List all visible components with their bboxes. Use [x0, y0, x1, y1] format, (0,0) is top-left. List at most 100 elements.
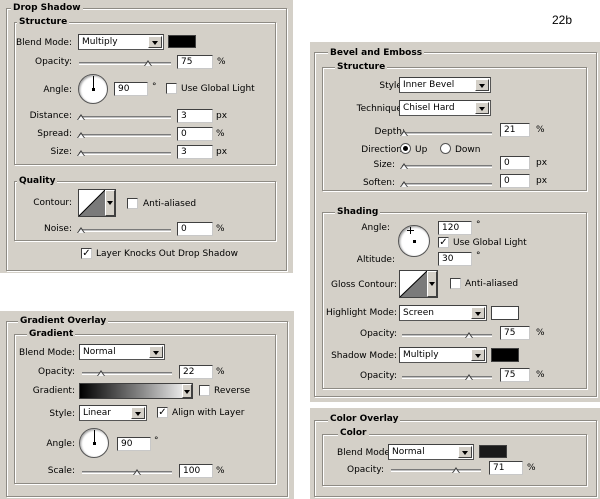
bevel-depth-slider[interactable]: [402, 132, 492, 135]
bevel-style-select[interactable]: Inner Bevel: [399, 77, 491, 93]
go-reverse-checkbox[interactable]: [199, 385, 210, 396]
bevel-global-light-checkbox[interactable]: ✓: [438, 237, 449, 248]
bevel-highlight-opacity-input[interactable]: 75: [500, 326, 530, 340]
go-reverse-label: Reverse: [214, 386, 251, 396]
bevel-structure-title: Structure: [335, 62, 388, 73]
co-opacity-slider[interactable]: [391, 469, 481, 472]
ds-distance-slider[interactable]: [79, 116, 171, 119]
go-scale-value: 100: [183, 466, 201, 476]
go-opacity-thumb[interactable]: [97, 370, 106, 377]
bevel-shadow-color-swatch[interactable]: [491, 348, 519, 362]
co-opacity-input[interactable]: 71: [489, 461, 523, 475]
bevel-direction-down-radio[interactable]: [440, 143, 451, 154]
bevel-soften-input[interactable]: 0: [500, 174, 530, 188]
ds-global-light-checkbox[interactable]: [166, 83, 177, 94]
bevel-highlight-mode-select[interactable]: Screen: [399, 305, 487, 321]
drop-shadow-panel: Drop Shadow Structure Blend Mode: Multip…: [0, 0, 293, 273]
bevel-highlight-opacity-value: 75: [504, 328, 516, 338]
co-opacity-unit: %: [527, 463, 536, 473]
bevel-highlight-opacity-thumb[interactable]: [465, 332, 474, 339]
go-scale-thumb[interactable]: [133, 469, 142, 476]
bevel-direction-down-label: Down: [455, 145, 481, 155]
bevel-direction-label: Direction:: [361, 145, 405, 155]
chevron-down-icon: [475, 102, 489, 114]
bevel-shadow-opacity-unit: %: [536, 370, 545, 380]
go-align-checkbox[interactable]: ✓: [157, 407, 168, 418]
ds-knockout-checkbox[interactable]: ✓: [81, 248, 92, 259]
ds-noise-input[interactable]: 0: [177, 222, 213, 236]
bevel-shadow-opacity-slider[interactable]: [402, 376, 492, 379]
ds-size-slider[interactable]: [79, 152, 171, 155]
bevel-altitude-value: 30: [442, 254, 454, 264]
go-style-select[interactable]: Linear: [79, 405, 147, 421]
ds-angle-unit: °: [152, 82, 157, 92]
bevel-technique-select[interactable]: Chisel Hard: [399, 100, 491, 116]
bevel-size-slider[interactable]: [402, 165, 492, 168]
co-opacity-thumb[interactable]: [452, 467, 461, 474]
go-gradient-picker[interactable]: [79, 383, 193, 399]
ds-angle-input[interactable]: 90: [114, 82, 148, 96]
ds-angle-label: Angle:: [43, 85, 72, 95]
ds-noise-thumb[interactable]: [77, 227, 86, 234]
ds-spread-slider[interactable]: [79, 134, 171, 137]
co-color-swatch[interactable]: [479, 445, 507, 458]
go-scale-slider[interactable]: [82, 471, 172, 474]
ds-blend-mode-label: Blend Mode:: [15, 38, 72, 48]
ds-angle-center: [92, 88, 95, 91]
ds-noise-slider[interactable]: [79, 229, 171, 232]
gradient-group-title: Gradient: [27, 329, 76, 340]
ds-blend-mode-select[interactable]: Multiply: [78, 34, 164, 50]
bevel-depth-thumb[interactable]: [400, 130, 409, 137]
ds-spread-input[interactable]: 0: [177, 127, 213, 141]
bevel-soften-thumb[interactable]: [400, 181, 409, 188]
ds-distance-input[interactable]: 3: [177, 109, 213, 123]
go-angle-dial[interactable]: [79, 428, 109, 458]
bevel-angle-input[interactable]: 120: [438, 221, 472, 235]
ds-distance-unit: px: [216, 111, 228, 121]
ds-contour-picker[interactable]: [78, 189, 116, 217]
bevel-soften-value: 0: [504, 176, 510, 186]
ds-noise-unit: %: [216, 224, 225, 234]
ds-angle-dial[interactable]: [78, 74, 108, 104]
bevel-altitude-input[interactable]: 30: [438, 252, 472, 266]
bevel-size-input[interactable]: 0: [500, 156, 530, 170]
gradient-overlay-panel: Gradient Overlay Gradient Blend Mode: No…: [0, 311, 294, 499]
bevel-shadow-mode-select[interactable]: Multiply: [399, 347, 487, 363]
bevel-depth-input[interactable]: 21: [500, 123, 530, 137]
ds-global-light-label: Use Global Light: [181, 84, 255, 94]
bevel-title: Bevel and Emboss: [328, 48, 425, 59]
ds-spread-thumb[interactable]: [77, 132, 86, 139]
go-blend-mode-select[interactable]: Normal: [79, 344, 165, 360]
ds-angle-value: 90: [118, 84, 130, 94]
ds-anti-aliased-checkbox[interactable]: [127, 198, 138, 209]
ds-opacity-thumb[interactable]: [144, 60, 153, 67]
ds-opacity-slider[interactable]: [79, 62, 171, 65]
bevel-soften-slider[interactable]: [402, 183, 492, 186]
go-scale-input[interactable]: 100: [179, 464, 213, 478]
bevel-highlight-color-swatch[interactable]: [491, 306, 519, 320]
chevron-down-icon: [458, 446, 472, 458]
ds-shadow-color-swatch[interactable]: [168, 35, 196, 48]
drop-shadow-title: Drop Shadow: [11, 3, 83, 14]
bevel-technique-label: Technique:: [356, 104, 405, 114]
bevel-angle-unit: °: [476, 220, 481, 230]
go-opacity-slider[interactable]: [82, 372, 172, 375]
ds-size-input[interactable]: 3: [177, 145, 213, 159]
go-opacity-input[interactable]: 22: [179, 365, 213, 379]
bevel-depth-unit: %: [536, 125, 545, 135]
bevel-shadow-opacity-thumb[interactable]: [465, 374, 474, 381]
go-angle-input[interactable]: 90: [117, 437, 151, 451]
co-blend-mode-select[interactable]: Normal: [388, 444, 474, 460]
go-align-label: Align with Layer: [172, 408, 245, 418]
bevel-gloss-contour-picker[interactable]: [399, 270, 438, 298]
ds-opacity-input[interactable]: 75: [177, 55, 213, 69]
bevel-direction-up-radio[interactable]: [400, 143, 411, 154]
ds-distance-thumb[interactable]: [77, 114, 86, 121]
bevel-anti-aliased-checkbox[interactable]: [450, 278, 461, 289]
bevel-size-thumb[interactable]: [400, 163, 409, 170]
bevel-angle-dial[interactable]: [398, 225, 430, 257]
bevel-soften-unit: px: [536, 176, 548, 186]
bevel-shadow-opacity-input[interactable]: 75: [500, 368, 530, 382]
bevel-highlight-opacity-slider[interactable]: [402, 334, 492, 337]
ds-size-thumb[interactable]: [77, 150, 86, 157]
